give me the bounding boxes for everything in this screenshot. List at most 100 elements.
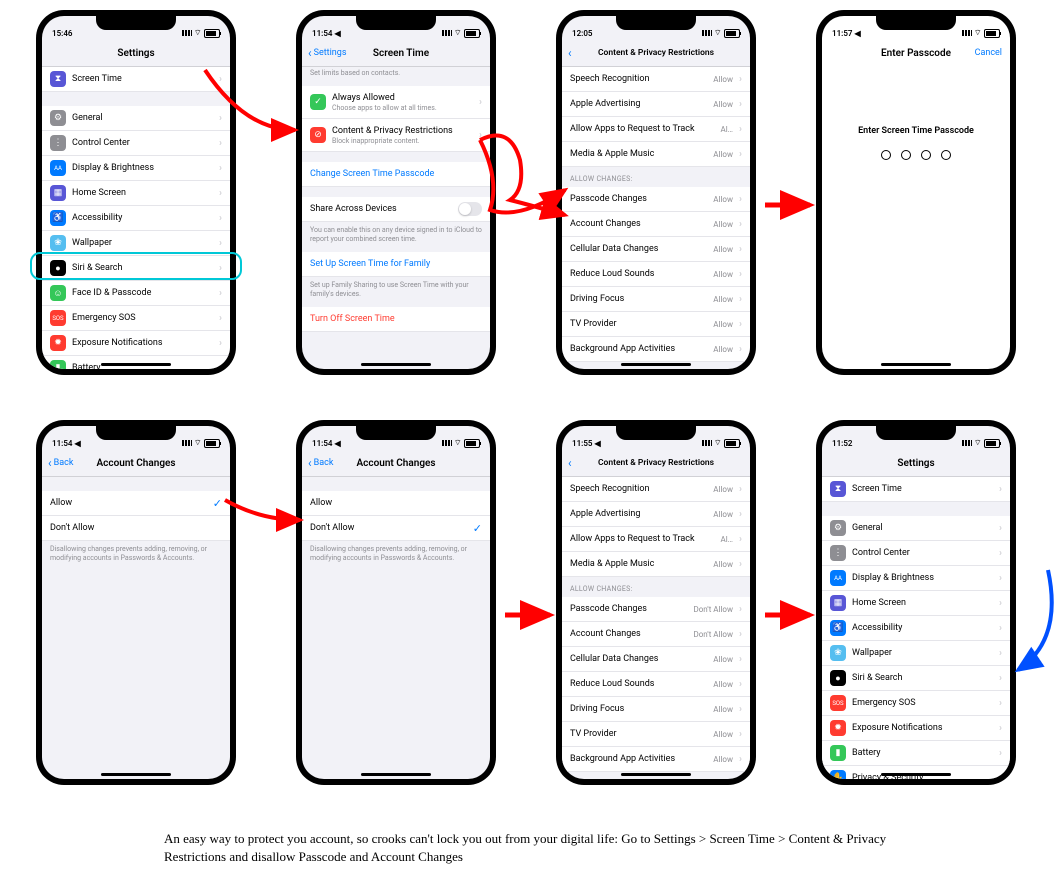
settings-row[interactable]: ▦Home Screen› [42, 181, 230, 206]
restriction-row[interactable]: Driving FocusAllow› [562, 697, 750, 722]
settings-row[interactable]: SOSEmergency SOS› [42, 306, 230, 331]
chevron-left-icon: ‹ [568, 47, 572, 59]
settings-row[interactable]: ❀Wallpaper› [822, 641, 1010, 666]
restriction-row[interactable]: TV ProviderAllow› [562, 722, 750, 747]
settings-row[interactable]: ▮Battery› [822, 741, 1010, 766]
restriction-row[interactable]: Passcode ChangesAllow› [562, 187, 750, 212]
chevron-left-icon: ‹ [568, 457, 572, 469]
settings-row[interactable]: ♿Accessibility› [822, 616, 1010, 641]
chevron-right-icon: › [739, 629, 742, 640]
toggle-switch[interactable] [458, 202, 482, 216]
wifi-icon: ⌔ [974, 438, 982, 448]
settings-row[interactable]: SOSEmergency SOS› [822, 691, 1010, 716]
settings-row[interactable]: ⋮Control Center› [42, 131, 230, 156]
row-icon: AA [830, 570, 846, 586]
home-indicator[interactable] [101, 363, 171, 366]
list-row[interactable]: ⊘Content & Privacy RestrictionsBlock ina… [302, 119, 490, 152]
home-indicator[interactable] [101, 773, 171, 776]
settings-row[interactable]: ●Siri & Search› [42, 256, 230, 281]
settings-row[interactable]: ●Siri & Search› [822, 666, 1010, 691]
chevron-right-icon: › [739, 99, 742, 110]
battery-icon [984, 439, 1000, 448]
restriction-row[interactable]: Allow Apps to Request to TrackAl…› [562, 527, 750, 552]
settings-row[interactable]: ⧗Screen Time› [822, 477, 1010, 502]
settings-row[interactable]: ✹Exposure Notifications› [822, 716, 1010, 741]
battery-icon [464, 29, 480, 38]
home-indicator[interactable] [881, 363, 951, 366]
nav-back[interactable]: ‹ [568, 457, 572, 469]
settings-row[interactable]: ❀Wallpaper› [42, 231, 230, 256]
restriction-row[interactable]: Speech RecognitionAllow› [562, 477, 750, 502]
settings-row[interactable]: AADisplay & Brightness› [822, 566, 1010, 591]
list-row[interactable]: Share Across Devices [302, 197, 490, 222]
link-label: Turn Off Screen Time [310, 314, 482, 324]
nav-back[interactable]: ‹ [568, 47, 572, 59]
checkmark-icon: ✓ [473, 522, 482, 535]
settings-row[interactable]: ⚙General› [822, 516, 1010, 541]
settings-row[interactable]: ⧗Screen Time› [42, 67, 230, 92]
restriction-row[interactable]: Passcode ChangesDon't Allow› [562, 597, 750, 622]
option-row[interactable]: Allow [302, 491, 490, 516]
option-row[interactable]: Don't Allow✓ [302, 516, 490, 541]
option-label: Allow [50, 498, 207, 508]
restriction-row[interactable]: Account ChangesAllow› [562, 212, 750, 237]
settings-row[interactable]: ☺Face ID & Passcode› [42, 281, 230, 306]
chevron-right-icon: › [479, 97, 482, 108]
settings-row[interactable]: ⚙General› [42, 106, 230, 131]
nav-back[interactable]: ‹Back [48, 457, 73, 469]
chevron-right-icon: › [219, 313, 222, 324]
restriction-row[interactable]: Allow Apps to Request to TrackAl…› [562, 117, 750, 142]
settings-row[interactable]: AADisplay & Brightness› [42, 156, 230, 181]
settings-row[interactable]: ✹Exposure Notifications› [42, 331, 230, 356]
restriction-row[interactable]: Cellular Data ChangesAllow› [562, 237, 750, 262]
passcode-dots[interactable] [881, 150, 951, 160]
settings-row[interactable]: ⋮Control Center› [822, 541, 1010, 566]
nav-back[interactable]: ‹Settings [308, 47, 346, 59]
option-row[interactable]: Allow✓ [42, 491, 230, 516]
restriction-row[interactable]: Apple AdvertisingAllow› [562, 92, 750, 117]
list-row[interactable]: Change Screen Time Passcode [302, 162, 490, 187]
restriction-row[interactable]: Background App ActivitiesAllow› [562, 337, 750, 362]
home-indicator[interactable] [361, 363, 431, 366]
restriction-row[interactable]: Apple AdvertisingAllow› [562, 502, 750, 527]
list-row[interactable]: Turn Off Screen Time [302, 307, 490, 332]
nav-back[interactable]: ‹Back [308, 457, 333, 469]
chevron-right-icon: › [999, 623, 1002, 634]
restriction-row[interactable]: TV ProviderAllow› [562, 312, 750, 337]
list-row[interactable]: Set Up Screen Time for Family [302, 252, 490, 277]
wifi-icon: ⌔ [974, 28, 982, 38]
home-indicator[interactable] [361, 773, 431, 776]
settings-row[interactable]: ▦Home Screen› [822, 591, 1010, 616]
wifi-icon: ⌔ [194, 438, 202, 448]
restriction-row[interactable]: Background App ActivitiesAllow› [562, 747, 750, 772]
restriction-row[interactable]: Media & Apple MusicAllow› [562, 142, 750, 167]
home-indicator[interactable] [881, 773, 951, 776]
restriction-row[interactable]: Media & Apple MusicAllow› [562, 552, 750, 577]
restriction-row[interactable]: Driving FocusAllow› [562, 287, 750, 312]
chevron-right-icon: › [999, 573, 1002, 584]
option-row[interactable]: Don't Allow [42, 516, 230, 541]
row-detail: Allow [713, 485, 733, 494]
phone-1-settings: 15:46 ⌔ Settings ⧗Screen Time›⚙General›⋮… [36, 10, 236, 375]
navbar: ‹Settings Screen Time [302, 40, 490, 67]
chevron-right-icon: › [739, 534, 742, 545]
row-label: Display & Brightness [72, 163, 213, 173]
restriction-row[interactable]: Cellular Data ChangesAllow› [562, 647, 750, 672]
settings-row[interactable]: ♿Accessibility› [42, 206, 230, 231]
row-label: Home Screen [72, 188, 213, 198]
nav-title: Screen Time [373, 48, 429, 59]
link-label: Change Screen Time Passcode [310, 169, 482, 179]
chevron-right-icon: › [739, 319, 742, 330]
cancel-button[interactable]: Cancel [975, 48, 1002, 58]
row-label: Emergency SOS [72, 313, 213, 323]
restriction-row[interactable]: Reduce Loud SoundsAllow› [562, 672, 750, 697]
row-detail: Allow [713, 345, 733, 354]
home-indicator[interactable] [621, 363, 691, 366]
restriction-row[interactable]: Speech RecognitionAllow› [562, 67, 750, 92]
chevron-right-icon: › [999, 548, 1002, 559]
restriction-row[interactable]: Reduce Loud SoundsAllow› [562, 262, 750, 287]
restriction-row[interactable]: Account ChangesDon't Allow› [562, 622, 750, 647]
list-row[interactable]: ✓Always AllowedChoose apps to allow at a… [302, 86, 490, 119]
row-label: TV Provider [570, 319, 707, 329]
home-indicator[interactable] [621, 773, 691, 776]
